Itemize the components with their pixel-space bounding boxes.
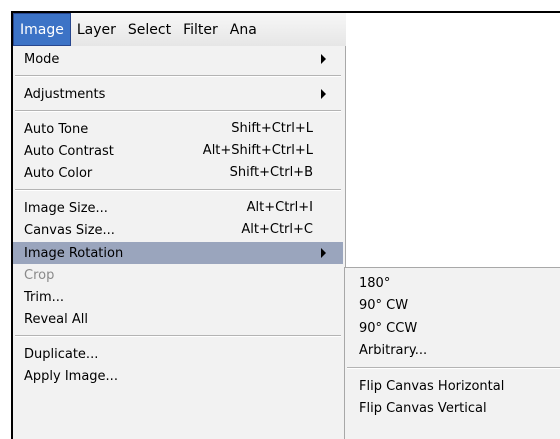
menu-item-label: Image Size... <box>24 200 108 216</box>
submenu-item-180[interactable]: 180° <box>345 272 560 294</box>
shortcut-label: Shift+Ctrl+B <box>229 165 313 180</box>
menu-layer[interactable]: Layer <box>71 13 122 46</box>
menu-image[interactable]: Image <box>13 13 71 46</box>
menu-item-label: Apply Image... <box>24 368 118 384</box>
menu-item-image-size[interactable]: Image Size... Alt+Ctrl+I <box>13 197 343 219</box>
menu-item-duplicate[interactable]: Duplicate... <box>13 343 343 365</box>
menu-item-label: Canvas Size... <box>24 222 115 238</box>
menu-item-mode[interactable]: Mode <box>13 48 343 70</box>
menu-item-label: Reveal All <box>24 311 88 327</box>
menu-item-label: Duplicate... <box>24 346 99 362</box>
shortcut-label: Alt+Ctrl+C <box>241 222 313 237</box>
menu-item-apply-image[interactable]: Apply Image... <box>13 365 343 387</box>
menu-item-reveal-all[interactable]: Reveal All <box>13 308 343 330</box>
submenu-arrow-icon <box>321 54 326 64</box>
menu-item-label: Trim... <box>24 289 65 305</box>
menu-item-trim[interactable]: Trim... <box>13 286 343 308</box>
menu-analysis[interactable]: Ana <box>224 13 263 46</box>
menu-item-label: Arbitrary... <box>359 342 428 358</box>
menu-item-adjustments[interactable]: Adjustments <box>13 83 343 105</box>
menu-item-crop[interactable]: Crop <box>13 264 343 286</box>
submenu-item-90-cw[interactable]: 90° CW <box>345 294 560 316</box>
image-rotation-submenu: 180° 90° CW 90° CCW Arbitrary... Flip Ca… <box>344 267 560 439</box>
separator <box>15 189 341 191</box>
menu-bar: Image Layer Select Filter Ana <box>13 13 346 47</box>
menu-item-label: Crop <box>24 267 55 283</box>
menu-item-label: 90° CCW <box>359 320 418 336</box>
menu-item-auto-tone[interactable]: Auto Tone Shift+Ctrl+L <box>13 118 343 140</box>
menu-item-label: Flip Canvas Vertical <box>359 400 487 416</box>
submenu-item-flip-horizontal[interactable]: Flip Canvas Horizontal <box>345 375 560 397</box>
menu-item-label: Auto Contrast <box>24 143 114 159</box>
menu-item-label: 90° CW <box>359 297 409 313</box>
submenu-item-arbitrary[interactable]: Arbitrary... <box>345 339 560 361</box>
menu-item-label: Mode <box>24 51 60 67</box>
menu-item-auto-color[interactable]: Auto Color Shift+Ctrl+B <box>13 162 343 184</box>
menu-item-label: Image Rotation <box>24 245 124 261</box>
menu-item-label: Auto Tone <box>24 121 89 137</box>
submenu-arrow-icon <box>321 89 326 99</box>
menu-item-label: Auto Color <box>24 165 93 181</box>
menu-select[interactable]: Select <box>122 13 177 46</box>
shortcut-label: Shift+Ctrl+L <box>231 121 313 136</box>
separator <box>15 75 341 77</box>
separator <box>15 335 341 337</box>
image-menu-dropdown: Mode Adjustments Auto Tone Shift+Ctrl+L … <box>13 46 346 439</box>
menu-item-auto-contrast[interactable]: Auto Contrast Alt+Shift+Ctrl+L <box>13 140 343 162</box>
menu-item-image-rotation[interactable]: Image Rotation <box>13 242 343 264</box>
separator <box>15 110 341 112</box>
submenu-arrow-icon <box>321 248 326 258</box>
shortcut-label: Alt+Ctrl+I <box>246 200 313 215</box>
menu-item-label: 180° <box>359 275 391 291</box>
app-window: Image Layer Select Filter Ana Mode Adjus… <box>11 11 560 439</box>
submenu-item-flip-vertical[interactable]: Flip Canvas Vertical <box>345 397 560 419</box>
submenu-item-90-ccw[interactable]: 90° CCW <box>345 317 560 339</box>
menu-item-label: Adjustments <box>24 86 106 102</box>
menu-filter[interactable]: Filter <box>177 13 224 46</box>
separator <box>347 367 560 369</box>
menu-item-label: Flip Canvas Horizontal <box>359 378 505 394</box>
menu-item-canvas-size[interactable]: Canvas Size... Alt+Ctrl+C <box>13 219 343 241</box>
shortcut-label: Alt+Shift+Ctrl+L <box>202 143 313 158</box>
